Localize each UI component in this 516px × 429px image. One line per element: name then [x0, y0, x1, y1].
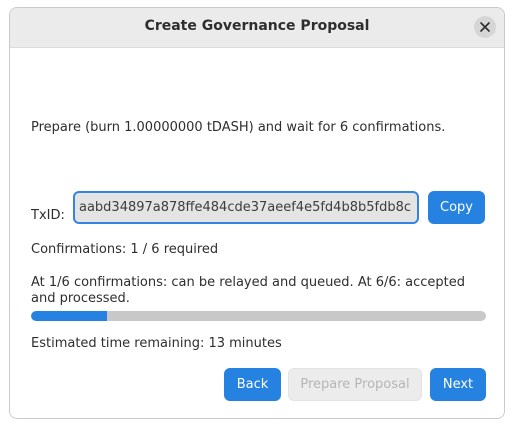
dialog-title: Create Governance Proposal [144, 18, 370, 34]
copy-button[interactable]: Copy [428, 191, 485, 224]
txid-label: TxID: [31, 208, 65, 223]
dialog-titlebar: Create Governance Proposal [10, 8, 504, 48]
progress-fill [31, 311, 107, 321]
governance-proposal-dialog: Create Governance Proposal Prepare (burn… [9, 7, 505, 419]
time-remaining: Estimated time remaining: 13 minutes [31, 336, 282, 351]
txid-value: aabd34897a878ffe484cde37aeef4e5fd4b8b5fd… [78, 200, 411, 215]
next-button[interactable]: Next [430, 368, 486, 401]
prepare-instruction: Prepare (burn 1.00000000 tDASH) and wait… [31, 120, 446, 135]
confirmations-status: Confirmations: 1 / 6 required [31, 242, 219, 257]
dialog-content: Prepare (burn 1.00000000 tDASH) and wait… [10, 48, 504, 418]
close-icon [480, 22, 490, 32]
close-button[interactable] [474, 16, 496, 38]
txid-field[interactable]: aabd34897a878ffe484cde37aeef4e5fd4b8b5fd… [73, 191, 419, 224]
back-button[interactable]: Back [224, 368, 281, 401]
confirmation-progress-bar [31, 311, 486, 321]
relay-info: At 1/6 confirmations: can be relayed and… [31, 275, 466, 306]
prepare-proposal-button[interactable]: Prepare Proposal [288, 368, 422, 401]
